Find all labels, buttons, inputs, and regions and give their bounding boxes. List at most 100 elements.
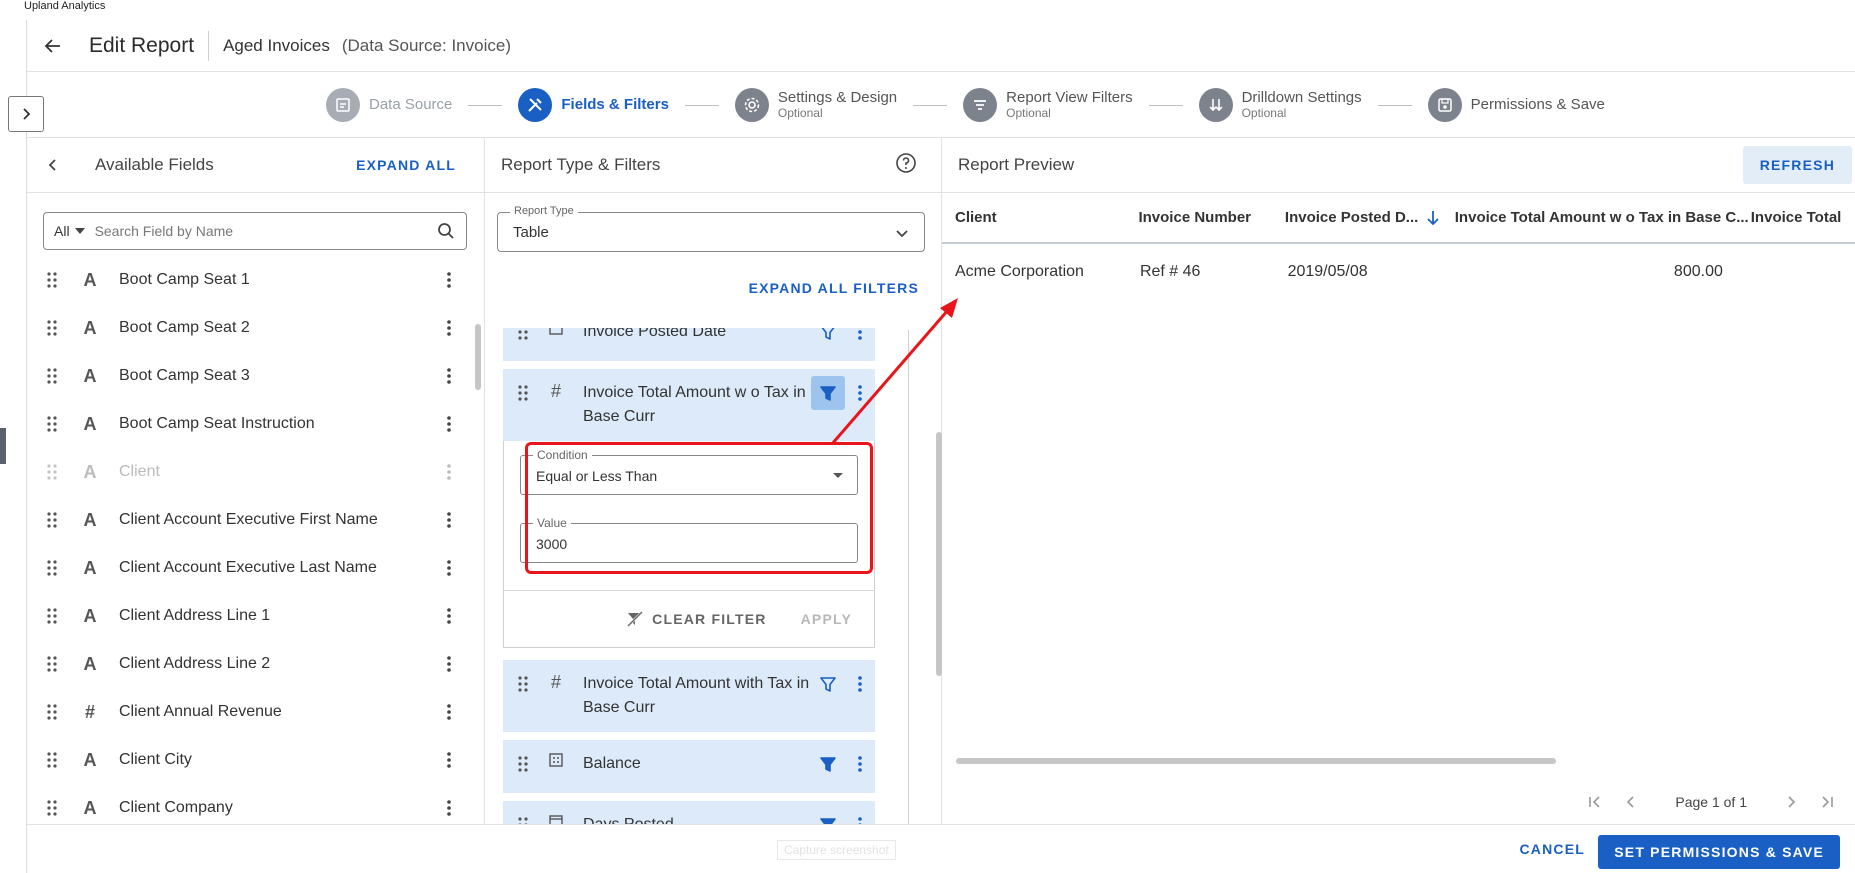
filter-field-name: Days Posted [569,813,811,824]
filter-item[interactable]: Days Posted [503,801,875,824]
drag-handle-icon[interactable] [503,813,543,824]
field-list-item[interactable]: A Boot Camp Seat 2 [27,304,472,352]
expand-all-filters-button[interactable]: EXPAND ALL FILTERS [749,280,919,296]
help-icon[interactable] [895,152,917,179]
more-vert-icon[interactable] [845,381,875,402]
more-vert-icon[interactable] [845,328,875,341]
step-sub: Optional [777,105,823,120]
more-vert-icon[interactable] [434,751,464,769]
expand-nav-button[interactable] [8,96,44,132]
drag-handle-icon[interactable] [41,799,63,817]
funnel-filled-icon[interactable] [811,747,845,781]
field-list-item[interactable]: A Client Account Executive Last Name [27,544,472,592]
document-icon [326,88,360,122]
side-handle[interactable] [0,428,6,464]
more-vert-icon[interactable] [434,271,464,289]
drag-handle-icon[interactable] [41,751,63,769]
horizontal-scrollbar[interactable] [956,758,1556,764]
field-list-item[interactable]: # Client Annual Revenue [27,688,472,736]
field-list-item[interactable]: A Client Address Line 1 [27,592,472,640]
filter-item[interactable]: # Invoice Total Amount with Tax in Base … [503,660,875,732]
next-page-icon[interactable] [1773,794,1809,810]
drag-handle-icon[interactable] [41,271,63,289]
scrollbar[interactable] [475,324,481,390]
drag-handle-icon[interactable] [41,607,63,625]
expand-all-button[interactable]: EXPAND ALL [356,157,456,173]
drag-handle-icon[interactable] [41,511,63,529]
first-page-icon[interactable] [1577,794,1613,810]
more-vert-icon[interactable] [434,415,464,433]
collapse-panel-button[interactable] [27,138,79,193]
search-scope-select[interactable]: All [54,223,85,239]
more-vert-icon[interactable] [845,813,875,824]
drag-handle-icon[interactable] [41,319,63,337]
field-search: All [43,212,467,250]
step-report-view-filters[interactable]: Report View Filters Optional [963,88,1133,122]
back-button[interactable] [27,20,79,72]
prev-page-icon[interactable] [1613,794,1649,810]
step-drilldown-settings[interactable]: Drilldown Settings Optional [1198,88,1362,122]
filter-item[interactable]: Balance [503,740,875,793]
report-type-select[interactable]: Report Type Table [497,205,925,252]
drag-handle-icon[interactable] [503,752,543,773]
more-vert-icon[interactable] [434,559,464,577]
cancel-button[interactable]: CANCEL [1519,841,1585,857]
more-vert-icon[interactable] [434,367,464,385]
step-permissions-save[interactable]: Permissions & Save [1427,88,1605,122]
more-vert-icon[interactable] [845,752,875,773]
more-vert-icon[interactable] [434,463,464,481]
column-header[interactable]: Invoice Total Amount w o Tax in Base C..… [1442,209,1749,226]
caret-down-icon [833,473,843,478]
funnel-filled-icon[interactable] [811,808,845,824]
filter-item[interactable]: Invoice Posted Date [503,328,875,361]
more-vert-icon[interactable] [434,319,464,337]
field-list-item[interactable]: A Boot Camp Seat Instruction [27,400,472,448]
drag-handle-icon[interactable] [503,328,543,341]
more-vert-icon[interactable] [434,655,464,673]
field-list-item[interactable]: A Client [27,448,472,496]
clear-filter-button[interactable]: CLEAR FILTER [626,610,766,628]
drag-handle-icon[interactable] [503,381,543,402]
more-vert-icon[interactable] [845,672,875,693]
field-name: Boot Camp Seat 3 [119,367,250,384]
set-permissions-save-button[interactable]: SET PERMISSIONS & SAVE [1598,835,1840,869]
step-fields-filters[interactable]: Fields & Filters [518,88,669,122]
drag-handle-icon[interactable] [41,559,63,577]
search-icon[interactable] [426,222,466,240]
column-header[interactable]: Invoice Total [1738,209,1855,226]
drag-handle-icon[interactable] [41,463,63,481]
filter-list: Invoice Posted Date # Invoice Total Amou… [503,328,893,824]
field-list-item[interactable]: A Boot Camp Seat 1 [27,256,472,304]
condition-select[interactable]: Condition Equal or Less Than [520,448,858,495]
text-type-icon: A [83,605,97,626]
step-data-source[interactable]: Data Source [326,88,452,122]
more-vert-icon[interactable] [434,607,464,625]
last-page-icon[interactable] [1809,794,1845,810]
field-list-item[interactable]: A Client City [27,736,472,784]
step-settings-design[interactable]: Settings & Design Optional [734,88,897,122]
drag-handle-icon[interactable] [41,367,63,385]
column-header[interactable]: Invoice Number [1125,209,1271,226]
filter-item-active[interactable]: # Invoice Total Amount w o Tax in Base C… [503,369,875,441]
drag-handle-icon[interactable] [41,655,63,673]
search-input[interactable] [94,223,426,239]
column-header-sorted[interactable]: Invoice Posted D... [1272,209,1442,226]
field-list-item[interactable]: A Client Company [27,784,472,821]
value-input[interactable]: Value 3000 [520,516,858,563]
funnel-filled-icon[interactable] [811,376,845,410]
more-vert-icon[interactable] [434,511,464,529]
funnel-outline-icon[interactable] [811,667,845,701]
field-list-item[interactable]: A Client Address Line 2 [27,640,472,688]
column-header[interactable]: Client [942,209,1125,226]
field-list-item[interactable]: A Client Account Executive First Name [27,496,472,544]
more-vert-icon[interactable] [434,703,464,721]
drag-handle-icon[interactable] [41,415,63,433]
table-row[interactable]: Acme Corporation Ref # 46 2019/05/08 800… [942,244,1855,300]
more-vert-icon[interactable] [434,799,464,817]
apply-button[interactable]: APPLY [801,611,852,627]
refresh-button[interactable]: REFRESH [1742,146,1852,184]
drag-handle-icon[interactable] [503,672,543,693]
field-list-item[interactable]: A Boot Camp Seat 3 [27,352,472,400]
funnel-outline-icon[interactable] [811,328,845,349]
drag-handle-icon[interactable] [41,703,63,721]
